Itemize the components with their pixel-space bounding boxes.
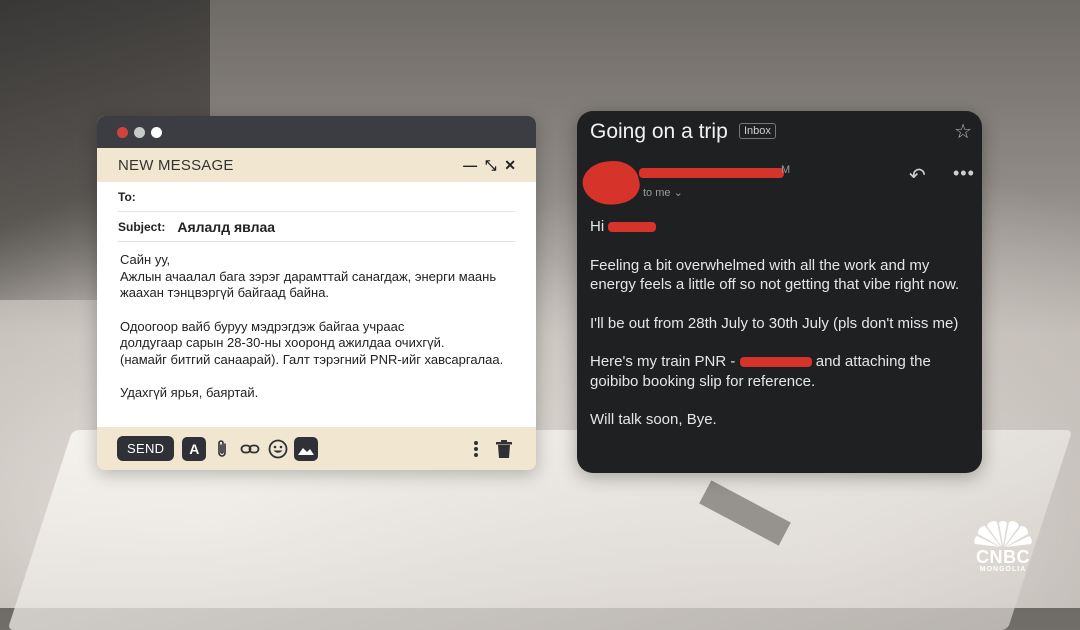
more-vertical-icon[interactable] bbox=[464, 437, 488, 461]
inbox-label-badge[interactable]: Inbox bbox=[739, 123, 776, 139]
compose-title: NEW MESSAGE bbox=[118, 156, 234, 174]
emoji-icon[interactable] bbox=[266, 437, 290, 461]
expand-icon[interactable]: ⤡ bbox=[485, 157, 496, 174]
to-label: To: bbox=[118, 189, 136, 204]
compose-titlebar bbox=[97, 116, 536, 148]
minimize-icon[interactable]: — bbox=[463, 157, 477, 174]
email-paragraph: Feeling a bit overwhelmed with all the w… bbox=[590, 256, 960, 294]
email-paragraph: I'll be out from 28th July to 30th July … bbox=[590, 314, 959, 332]
peacock-icon bbox=[974, 521, 1032, 547]
link-icon[interactable] bbox=[238, 437, 262, 461]
subject-field-row[interactable]: Subject: Аялалд явлаа bbox=[118, 212, 515, 242]
greeting-text: Hi bbox=[590, 218, 605, 235]
window-minimize-dot[interactable] bbox=[134, 126, 145, 138]
sender-avatar-redacted bbox=[579, 155, 643, 211]
window-zoom-dot[interactable] bbox=[151, 126, 162, 138]
brand-name: CNBC bbox=[976, 547, 1030, 567]
sender-time-fragment: M bbox=[781, 164, 791, 176]
sender-name-redacted bbox=[639, 168, 784, 178]
paperclip-icon[interactable] bbox=[210, 437, 234, 461]
recipient-details-toggle[interactable]: to me ⌄ bbox=[643, 186, 683, 199]
brand-region: MONGOLIA bbox=[979, 566, 1027, 573]
image-icon[interactable] bbox=[294, 436, 319, 461]
compose-toolbar: SEND A bbox=[97, 427, 536, 470]
pnr-number-redacted bbox=[739, 357, 812, 368]
recipient-name-redacted bbox=[608, 222, 657, 233]
send-button[interactable]: SEND bbox=[117, 436, 175, 461]
compose-header: NEW MESSAGE — ⤡ ✕ bbox=[97, 148, 536, 182]
pnr-prefix-text: Here's my train PNR - bbox=[590, 353, 740, 370]
email-view: Going on a trip Inbox ☆ M to me ⌄ ↶ ••• … bbox=[577, 111, 982, 473]
email-subject: Going on a trip bbox=[590, 120, 728, 143]
compose-body[interactable]: Сайн уу, Ажлын ачаалал бага зэрэг дарамт… bbox=[97, 242, 536, 402]
more-horizontal-icon[interactable]: ••• bbox=[953, 163, 975, 184]
body-paragraph: Удахгүй ярья, баяртай. bbox=[120, 385, 259, 400]
subject-label: Subject: bbox=[118, 219, 166, 234]
email-closing: Will talk soon, Bye. bbox=[590, 411, 717, 428]
format-text-button[interactable]: A bbox=[182, 436, 207, 461]
email-body: Hi Feeling a bit overwhelmed with all th… bbox=[590, 217, 970, 449]
compose-window-controls: — ⤡ ✕ bbox=[463, 157, 516, 174]
body-paragraph: Сайн уу, Ажлын ачаалал бага зэрэг дарамт… bbox=[120, 252, 497, 300]
subject-input[interactable]: Аялалд явлаа bbox=[177, 219, 275, 235]
trash-icon[interactable] bbox=[492, 437, 516, 461]
email-greeting: Hi bbox=[590, 217, 970, 237]
to-field-row[interactable]: To: bbox=[118, 182, 515, 212]
reply-icon[interactable]: ↶ bbox=[909, 163, 926, 188]
close-icon[interactable]: ✕ bbox=[504, 157, 516, 174]
window-close-dot[interactable] bbox=[117, 126, 128, 138]
compose-window: NEW MESSAGE — ⤡ ✕ To: Subject: Аялалд яв… bbox=[97, 116, 536, 470]
body-paragraph: Одоогоор вайб буруу мэдрэгдэж байгаа учр… bbox=[120, 318, 504, 367]
star-icon[interactable]: ☆ bbox=[954, 119, 972, 144]
email-paragraph-pnr: Here's my train PNR - and attaching the … bbox=[590, 352, 970, 391]
cnbc-logo: CNBC MONGOLIA bbox=[968, 520, 1038, 573]
